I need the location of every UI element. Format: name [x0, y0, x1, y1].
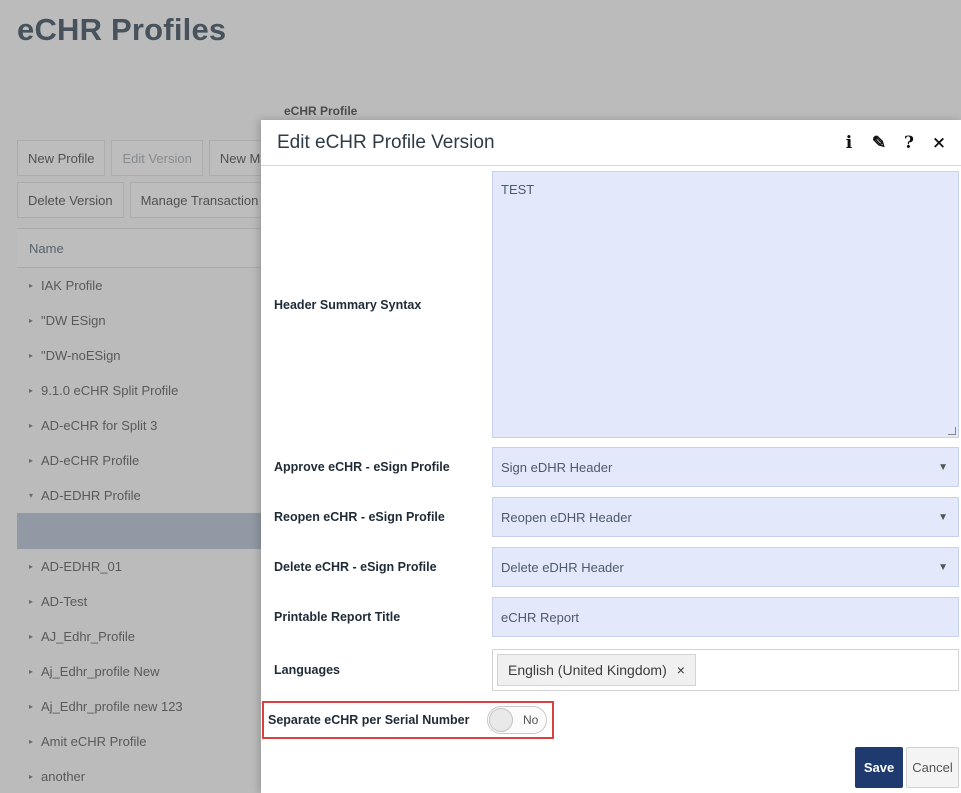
separate-echr-label: Separate eCHR per Serial Number	[268, 713, 470, 727]
save-button[interactable]: Save	[855, 747, 903, 788]
close-icon[interactable]: ×	[931, 133, 947, 153]
separate-echr-row: Separate eCHR per Serial Number	[261, 701, 961, 739]
language-tag-label: English (United Kingdom)	[508, 662, 667, 678]
dropdown-caret-icon: ▼	[938, 511, 948, 523]
reopen-esign-label: Reopen eCHR - eSign Profile	[274, 510, 445, 524]
dialog-header-actions: i ✎ ? ×	[841, 133, 947, 153]
languages-multiselect[interactable]: English (United Kingdom) ×	[492, 649, 959, 691]
toggle-state-text: No	[523, 713, 539, 727]
report-title-input[interactable]: eCHR Report	[492, 597, 959, 637]
toggle-knob	[489, 708, 513, 732]
remove-tag-icon[interactable]: ×	[677, 662, 685, 678]
delete-esign-select[interactable]: Delete eDHR Header ▼	[492, 547, 959, 587]
reopen-esign-value: Reopen eDHR Header	[501, 509, 632, 525]
dialog-header: Edit eCHR Profile Version i ✎ ? ×	[261, 120, 961, 166]
delete-esign-label: Delete eCHR - eSign Profile	[274, 560, 437, 574]
dropdown-caret-icon: ▼	[938, 561, 948, 573]
approve-esign-value: Sign eDHR Header	[501, 459, 613, 475]
edit-pencil-icon[interactable]: ✎	[871, 133, 887, 153]
info-icon[interactable]: i	[841, 133, 857, 153]
languages-label: Languages	[274, 663, 340, 677]
header-summary-value: TEST	[501, 182, 535, 197]
dialog-title: Edit eCHR Profile Version	[277, 131, 495, 153]
resize-grip-icon[interactable]	[948, 427, 956, 435]
reopen-esign-select[interactable]: Reopen eDHR Header ▼	[492, 497, 959, 537]
edit-profile-version-dialog: Edit eCHR Profile Version i ✎ ? × Header…	[261, 120, 961, 793]
cancel-button[interactable]: Cancel	[906, 747, 959, 788]
dropdown-caret-icon: ▼	[938, 461, 948, 473]
delete-esign-value: Delete eDHR Header	[501, 559, 624, 575]
header-summary-label: Header Summary Syntax	[274, 297, 422, 312]
language-tag: English (United Kingdom) ×	[497, 654, 696, 686]
separate-echr-toggle[interactable]: No	[487, 706, 547, 734]
report-title-label: Printable Report Title	[274, 610, 401, 624]
approve-esign-label: Approve eCHR - eSign Profile	[274, 460, 450, 474]
approve-esign-select[interactable]: Sign eDHR Header ▼	[492, 447, 959, 487]
help-icon[interactable]: ?	[901, 133, 917, 153]
report-title-value: eCHR Report	[501, 609, 580, 625]
header-summary-textarea[interactable]: TEST	[492, 171, 959, 438]
